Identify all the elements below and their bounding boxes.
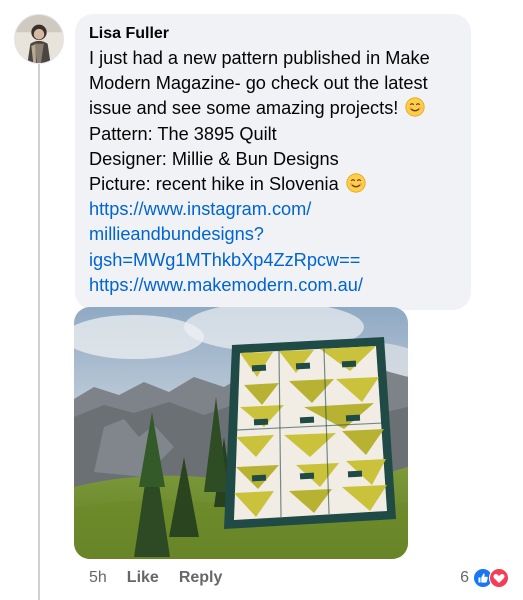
like-button[interactable]: Like bbox=[127, 569, 159, 587]
reactions-summary[interactable]: 6 bbox=[460, 566, 509, 590]
quilt bbox=[224, 337, 396, 529]
avatar[interactable] bbox=[14, 14, 64, 64]
makemodern-link[interactable]: https://www.makemodern.com.au/ bbox=[89, 273, 457, 298]
instagram-link[interactable]: igsh=MWg1MThkbXp4ZzRpcw== bbox=[89, 248, 457, 273]
comment-text: issue and see some amazing projects! bbox=[89, 98, 399, 119]
timestamp[interactable]: 5h bbox=[89, 569, 107, 587]
smiling-face-icon bbox=[346, 173, 366, 193]
comment-text: Picture: recent hike in Slovenia bbox=[89, 174, 339, 195]
reaction-count: 6 bbox=[460, 569, 469, 586]
comment-line: I just had a new pattern published in Ma… bbox=[89, 48, 430, 68]
avatar-image bbox=[15, 15, 63, 63]
instagram-link[interactable]: millieandbundesigns? bbox=[89, 222, 457, 247]
smiling-face-icon bbox=[405, 97, 426, 118]
comment-line: issue and see some amazing projects! bbox=[89, 96, 457, 121]
reply-button[interactable]: Reply bbox=[179, 569, 223, 587]
quilt-photo[interactable] bbox=[74, 307, 408, 559]
comment-line: Pattern: The 3895 Quilt bbox=[89, 123, 277, 144]
instagram-link[interactable]: https://www.instagram.com/ bbox=[89, 197, 457, 222]
comment-bubble: Lisa Fuller I just had a new pattern pub… bbox=[75, 14, 471, 311]
love-reaction-icon bbox=[489, 568, 509, 588]
thread-line bbox=[38, 64, 40, 600]
comment-actions: 5h Like Reply bbox=[89, 567, 242, 589]
quilt-photo-image bbox=[74, 307, 408, 559]
comment-line: Picture: recent hike in Slovenia bbox=[89, 172, 457, 197]
comment-author[interactable]: Lisa Fuller bbox=[89, 24, 457, 44]
comment-line: Designer: Millie & Bun Designs bbox=[89, 148, 339, 169]
comment-line: Modern Magazine- go check out the latest bbox=[89, 73, 428, 94]
